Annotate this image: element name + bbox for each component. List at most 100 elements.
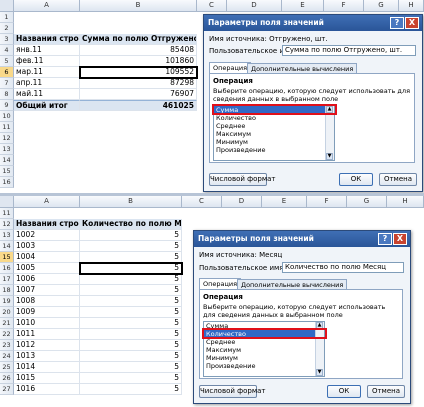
select-all-corner[interactable] xyxy=(0,0,14,12)
list-item[interactable]: Произведение xyxy=(214,146,334,154)
row-header[interactable]: 20 xyxy=(0,307,14,318)
column-header-c[interactable]: C xyxy=(197,0,227,12)
list-item[interactable]: Произведение xyxy=(204,362,324,370)
row-header[interactable]: 12 xyxy=(0,219,14,230)
close-icon[interactable]: X xyxy=(405,17,419,29)
row-header[interactable]: 22 xyxy=(0,329,14,340)
pivot-value[interactable]: 5 xyxy=(80,373,182,384)
cancel-button[interactable]: Отмена xyxy=(379,173,417,186)
grand-total-value[interactable]: 461025 xyxy=(80,100,197,111)
row-header[interactable]: 4 xyxy=(0,45,14,56)
pivot-value[interactable]: 5 xyxy=(80,362,182,373)
row-header[interactable]: 10 xyxy=(0,111,14,122)
pivot-value[interactable]: 5 xyxy=(80,296,182,307)
grand-total-label[interactable]: Общий итог xyxy=(14,100,80,111)
pivot-value[interactable]: 5 xyxy=(80,329,182,340)
column-header-e[interactable]: E xyxy=(282,0,324,12)
list-item[interactable]: Максимум xyxy=(214,130,334,138)
pivot-row-label[interactable]: 1016 xyxy=(14,384,80,395)
row-header[interactable]: 9 xyxy=(0,100,14,111)
pivot-row-label[interactable]: 1008 xyxy=(14,296,80,307)
row-header[interactable]: 6 xyxy=(0,67,14,78)
list-item[interactable]: Количество xyxy=(214,114,334,122)
ok-button[interactable]: ОК xyxy=(327,385,361,398)
pivot-value[interactable]: 5 xyxy=(80,285,182,296)
row-header[interactable]: 2 xyxy=(0,23,14,34)
pivot-row-label[interactable]: 1002 xyxy=(14,230,80,241)
row-header[interactable]: 13 xyxy=(0,144,14,155)
column-header-d[interactable]: D xyxy=(222,196,262,208)
column-header-h[interactable]: H xyxy=(387,196,424,208)
pivot-row-label[interactable]: 1010 xyxy=(14,318,80,329)
cancel-button[interactable]: Отмена xyxy=(367,385,405,398)
row-header[interactable]: 25 xyxy=(0,362,14,373)
column-header-d[interactable]: D xyxy=(227,0,282,12)
row-header[interactable]: 15 xyxy=(0,166,14,177)
pivot-values-header[interactable]: Сумма по полю Отгружено, шт. xyxy=(80,34,197,45)
row-header[interactable]: 5 xyxy=(0,56,14,67)
column-header-a[interactable]: A xyxy=(14,196,80,208)
column-header-b[interactable]: B xyxy=(80,196,182,208)
row-header[interactable]: 16 xyxy=(0,177,14,188)
number-format-button[interactable]: Числовой формат xyxy=(209,173,276,186)
row-header[interactable]: 21 xyxy=(0,318,14,329)
pivot-row-labels-header[interactable]: Названия строк▼ xyxy=(14,34,80,45)
pivot-value[interactable]: 85408 xyxy=(80,45,197,56)
pivot-value[interactable]: 87298 xyxy=(80,78,197,89)
help-icon[interactable]: ? xyxy=(378,233,392,245)
row-header[interactable]: 7 xyxy=(0,78,14,89)
row-header[interactable]: 15 xyxy=(0,252,14,263)
custom-name-input[interactable]: Сумма по полю Отгружено, шт. xyxy=(282,45,416,56)
list-item[interactable]: Максимум xyxy=(204,346,324,354)
pivot-row-label[interactable]: 1005 xyxy=(14,263,80,274)
row-header[interactable]: 14 xyxy=(0,155,14,166)
pivot-row-label[interactable]: 1014 xyxy=(14,362,80,373)
pivot-values-header[interactable]: Количество по полю Месяц xyxy=(80,219,182,230)
pivot-row-label[interactable]: апр.11 xyxy=(14,78,80,89)
pivot-value[interactable]: 5 xyxy=(80,307,182,318)
column-header-h[interactable]: H xyxy=(399,0,424,12)
help-icon[interactable]: ? xyxy=(390,17,404,29)
column-header-e[interactable]: E xyxy=(262,196,307,208)
pivot-value[interactable]: 5 xyxy=(80,340,182,351)
column-header-b[interactable]: B xyxy=(80,0,197,12)
pivot-row-labels-header[interactable]: Названия строк▼ xyxy=(14,219,80,230)
pivot-value[interactable]: 5 xyxy=(80,274,182,285)
pivot-row-label[interactable]: 1012 xyxy=(14,340,80,351)
pivot-row-label[interactable]: 1007 xyxy=(14,285,80,296)
row-header[interactable]: 23 xyxy=(0,340,14,351)
column-header-g[interactable]: G xyxy=(347,196,387,208)
pivot-row-label[interactable]: 1011 xyxy=(14,329,80,340)
row-header[interactable]: 19 xyxy=(0,296,14,307)
pivot-value[interactable]: 5 xyxy=(80,384,182,395)
pivot-row-label[interactable]: 1009 xyxy=(14,307,80,318)
row-header[interactable]: 11 xyxy=(0,208,14,219)
pivot-row-label[interactable]: май.11 xyxy=(14,89,80,100)
close-icon[interactable]: X xyxy=(393,233,407,245)
column-header-f[interactable]: F xyxy=(324,0,364,12)
list-item[interactable]: Минимум xyxy=(204,354,324,362)
list-item[interactable]: Среднее xyxy=(214,122,334,130)
row-header[interactable]: 18 xyxy=(0,285,14,296)
row-header[interactable]: 11 xyxy=(0,122,14,133)
pivot-row-label[interactable]: 1015 xyxy=(14,373,80,384)
pivot-value[interactable]: 5 xyxy=(80,318,182,329)
column-header-a[interactable]: A xyxy=(14,0,80,12)
pivot-row-label[interactable]: 1013 xyxy=(14,351,80,362)
pivot-row-label[interactable]: янв.11 xyxy=(14,45,80,56)
pivot-row-label[interactable]: 1004 xyxy=(14,252,80,263)
pivot-row-label[interactable]: 1003 xyxy=(14,241,80,252)
pivot-value[interactable]: 5 xyxy=(80,230,182,241)
scroll-down-icon[interactable]: ▼ xyxy=(316,369,323,376)
column-header-c[interactable]: C xyxy=(182,196,222,208)
row-header[interactable]: 8 xyxy=(0,89,14,100)
row-header[interactable]: 1 xyxy=(0,12,14,23)
row-header[interactable]: 26 xyxy=(0,373,14,384)
custom-name-input[interactable]: Количество по полю Месяц xyxy=(282,262,404,273)
row-header[interactable]: 17 xyxy=(0,274,14,285)
row-header[interactable]: 16 xyxy=(0,263,14,274)
list-item[interactable]: Минимум xyxy=(214,138,334,146)
row-header[interactable]: 27 xyxy=(0,384,14,395)
list-item[interactable]: Среднее xyxy=(204,338,324,346)
select-all-corner[interactable] xyxy=(0,196,14,208)
